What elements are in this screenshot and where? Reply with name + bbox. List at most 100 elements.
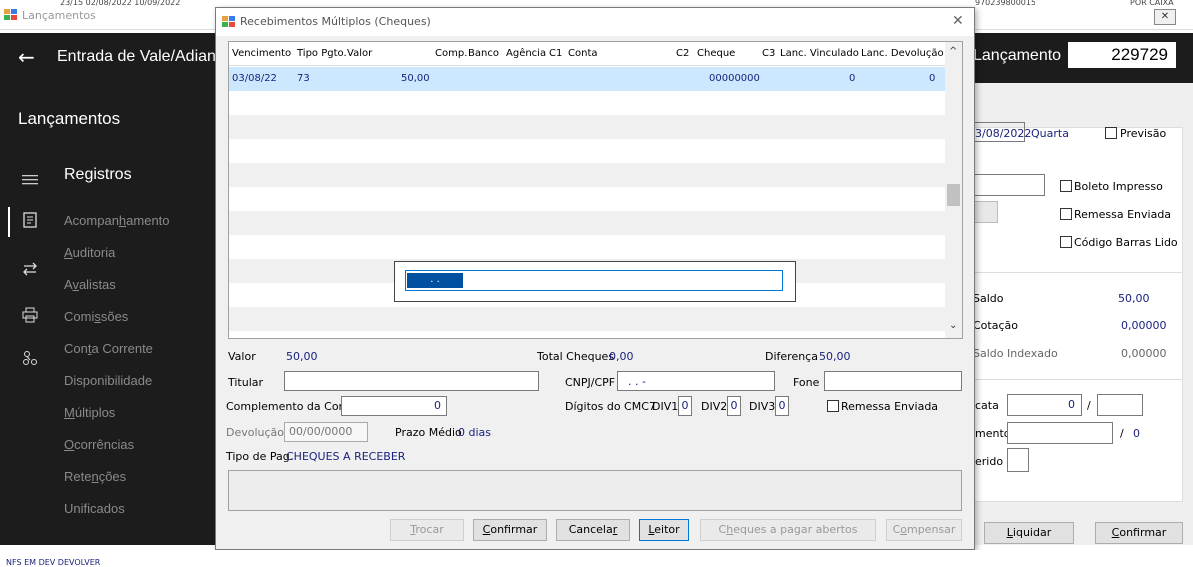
- table-row[interactable]: [229, 187, 945, 211]
- cheques-dialog: Recebimentos Múltiplos (Cheques) ✕ Venci…: [215, 7, 975, 550]
- tipo-pag-value: CHEQUES A RECEBER: [286, 450, 406, 463]
- table-row[interactable]: [229, 163, 945, 187]
- boleto-label: Boleto Impresso: [1074, 180, 1163, 193]
- sidebar-item[interactable]: Comissões: [64, 309, 128, 324]
- confirmar-main-button[interactable]: Confirmar: [1095, 522, 1183, 544]
- saldo-label: Saldo: [973, 292, 1004, 305]
- page-title: Entrada de Vale/Adianta: [57, 48, 230, 65]
- col-agencia[interactable]: Agência: [506, 48, 546, 59]
- cell-valor: 50,00: [401, 73, 430, 84]
- trocar-button[interactable]: Trocar: [390, 519, 464, 541]
- scroll-down-icon[interactable]: ⌄: [949, 320, 957, 331]
- div2-field[interactable]: 0: [727, 396, 741, 416]
- liquidar-button[interactable]: Liquidar: [984, 522, 1074, 544]
- sidebar-item[interactable]: Unificados: [64, 501, 125, 516]
- table-row[interactable]: [229, 115, 945, 139]
- cnpj-field[interactable]: . . -: [617, 371, 775, 391]
- cheques-a-pagar-button[interactable]: Cheques a pagar abertos: [700, 519, 876, 541]
- sidebar-item[interactable]: Múltiplos: [64, 405, 115, 420]
- table-row[interactable]: [229, 139, 945, 163]
- mento-field[interactable]: [1007, 422, 1113, 444]
- sidebar-item[interactable]: Ocorrências: [64, 437, 134, 452]
- tipo-pag-label: Tipo de Pag.: [226, 450, 294, 463]
- lancamento-number-field[interactable]: 229729: [1068, 42, 1176, 68]
- grid-header: Vencimento Tipo Pgto. Valor Comp. Banco …: [229, 42, 945, 66]
- table-row[interactable]: [229, 91, 945, 115]
- sidebar-heading: Lançamentos: [18, 109, 121, 128]
- table-row[interactable]: [229, 235, 945, 259]
- erido-label: erido: [975, 455, 1004, 468]
- titular-field[interactable]: [284, 371, 539, 391]
- compensar-button[interactable]: Compensar: [886, 519, 962, 541]
- col-banco[interactable]: Banco: [468, 48, 499, 59]
- col-valor[interactable]: Valor: [347, 48, 372, 59]
- div1-field[interactable]: 0: [678, 396, 692, 416]
- lancamento-label: Lançamento: [973, 47, 1062, 64]
- boleto-checkbox[interactable]: [1060, 180, 1072, 192]
- sidebar-item[interactable]: Auditoria: [64, 245, 115, 260]
- cancelar-button[interactable]: Cancelar: [556, 519, 630, 541]
- sidebar-section-registros[interactable]: Registros: [64, 166, 132, 184]
- right-field-1[interactable]: [973, 174, 1045, 196]
- remessa-enviada-checkbox[interactable]: [827, 400, 839, 412]
- transfer-icon[interactable]: [22, 261, 38, 280]
- col-lanc-vinculado[interactable]: Lanc. Vinculado: [780, 48, 859, 59]
- saldo-indexado-value: 0,00000: [1121, 347, 1167, 360]
- codigo-checkbox[interactable]: [1060, 236, 1072, 248]
- col-comp[interactable]: Comp.: [435, 48, 467, 59]
- observacoes-box[interactable]: [228, 470, 962, 511]
- erido-field[interactable]: [1007, 448, 1029, 472]
- document-icon[interactable]: [22, 212, 38, 231]
- sidebar-item[interactable]: Acompanhamento: [64, 213, 170, 228]
- confirmar-button[interactable]: Confirmar: [473, 519, 547, 541]
- col-vencimento[interactable]: Vencimento: [232, 48, 291, 59]
- col-c3[interactable]: C3: [762, 48, 775, 59]
- dialog-close-icon[interactable]: ✕: [952, 13, 964, 29]
- outer-close-button[interactable]: ✕: [1154, 9, 1176, 25]
- div2-label: DIV2: [701, 400, 728, 413]
- fone-field[interactable]: [824, 371, 962, 391]
- app-icon: [222, 16, 235, 27]
- div3-field[interactable]: 0: [775, 396, 789, 416]
- org-chart-icon[interactable]: [22, 350, 38, 369]
- scroll-up-icon[interactable]: ^: [949, 46, 957, 57]
- printer-icon[interactable]: [22, 307, 38, 326]
- remessa-enviada-label: Remessa Enviada: [841, 400, 939, 413]
- previsao-checkbox[interactable]: [1105, 127, 1117, 139]
- bg-row-text: 23/15 02/08/2022 10/09/2022: [60, 0, 181, 6]
- dialog-titlebar: Recebimentos Múltiplos (Cheques) ✕: [216, 8, 974, 36]
- remessa-label: Remessa Enviada: [1074, 208, 1172, 221]
- col-tipo-pgto[interactable]: Tipo Pgto.: [297, 48, 347, 59]
- complemento-field[interactable]: 0: [341, 396, 447, 416]
- sidebar-item[interactable]: Disponibilidade: [64, 373, 152, 388]
- fone-label: Fone: [793, 376, 820, 389]
- cata-field[interactable]: 0: [1007, 394, 1082, 416]
- right-field-2[interactable]: [973, 201, 998, 223]
- cata-field-2[interactable]: [1097, 394, 1143, 416]
- status-text: NFS EM DEV DEVOLVER: [6, 558, 101, 567]
- grid-scrollbar[interactable]: ^ ⌄: [945, 42, 962, 338]
- col-c2[interactable]: C2: [676, 48, 689, 59]
- outer-window-title: Lançamentos: [22, 9, 96, 22]
- col-conta[interactable]: Conta: [568, 48, 598, 59]
- col-lanc-devolucao[interactable]: Lanc. Devolução: [861, 48, 944, 59]
- diferenca-value: 50,00: [819, 350, 851, 363]
- sidebar-item[interactable]: Retenções: [64, 469, 126, 484]
- cell-cheque: 00000000: [709, 73, 760, 84]
- menu-icon[interactable]: [22, 171, 38, 190]
- table-row[interactable]: 03/08/22 73 50,00 00000000 0 0: [229, 67, 945, 91]
- divider: [973, 272, 1183, 273]
- col-cheque[interactable]: Cheque: [697, 48, 735, 59]
- date-field[interactable]: [973, 122, 1025, 142]
- col-c1[interactable]: C1: [549, 48, 562, 59]
- back-arrow-icon[interactable]: ←: [18, 45, 35, 69]
- remessa-checkbox[interactable]: [1060, 208, 1072, 220]
- sidebar-item[interactable]: Conta Corrente: [64, 341, 153, 356]
- leitor-button[interactable]: Leitor: [639, 519, 689, 541]
- sidebar-item[interactable]: Avalistas: [64, 277, 116, 292]
- cotacao-value: 0,00000: [1121, 319, 1167, 332]
- scroll-thumb[interactable]: [947, 184, 960, 206]
- cheque-editor-input[interactable]: . .: [405, 270, 783, 291]
- table-row[interactable]: [229, 307, 945, 331]
- table-row[interactable]: [229, 211, 945, 235]
